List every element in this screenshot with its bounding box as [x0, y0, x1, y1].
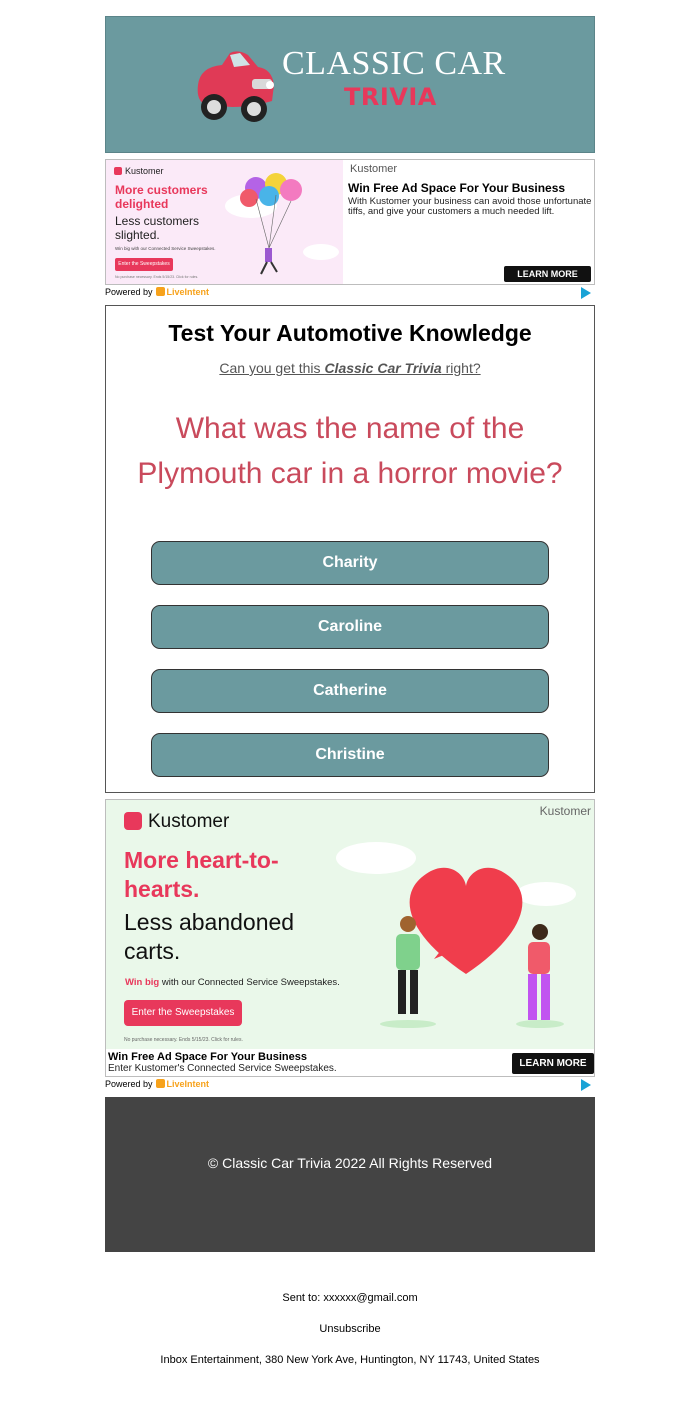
answer-button[interactable]: Caroline — [151, 605, 549, 649]
sender-address: Inbox Entertainment, 380 New York Ave, H… — [160, 1354, 540, 1366]
adchoices-icon[interactable] — [581, 1079, 591, 1091]
ad-fine-print: No purchase necessary. Ends 5/15/23. Cli… — [124, 1037, 243, 1043]
ad-title[interactable]: Win Free Ad Space For Your Business — [108, 1051, 307, 1063]
adchoices-icon[interactable] — [581, 287, 591, 299]
ad-body: With Kustomer your business can avoid th… — [348, 196, 592, 217]
kustomer-logo-icon — [124, 812, 142, 830]
ad-brand: Kustomer — [114, 166, 164, 176]
answer-button[interactable]: Christine — [151, 733, 549, 777]
ad-sponsor: Kustomer — [539, 804, 591, 818]
ad-sponsor: Kustomer — [350, 163, 398, 175]
sent-to-text: Sent to: xxxxxx@gmail.com — [282, 1292, 418, 1304]
answer-button[interactable]: Charity — [151, 541, 549, 585]
quiz-question: What was the name of the Plymouth car in… — [137, 412, 563, 490]
quiz-heading: Test Your Automotive Knowledge — [168, 320, 532, 346]
ad-enter-sweepstakes-button[interactable]: Enter the Sweepstakes — [115, 258, 173, 271]
balloons-illustration-icon — [225, 173, 339, 275]
answer-button[interactable]: Catherine — [151, 669, 549, 713]
ad-fine-print: No purchase necessary. Ends 5/15/23. Cli… — [115, 275, 199, 279]
ad-subline: Less abandoned carts. — [124, 909, 295, 964]
liveintent-logo-icon — [155, 287, 165, 296]
classic-car-icon — [197, 51, 274, 122]
powered-by-liveintent[interactable]: Powered by LiveIntent — [105, 287, 209, 297]
ad-headline: More customers delighted — [115, 183, 208, 211]
ad-win-text: Win big with our Connected Service Sweep… — [115, 246, 216, 251]
top-advertisement[interactable]: Kustomer More customers delighted Less c… — [105, 159, 595, 285]
heart-people-illustration-icon — [336, 842, 576, 1028]
ad-image[interactable]: Kustomer Kustomer More heart-to-hearts. … — [106, 800, 594, 1049]
ad-learn-more-button[interactable]: LEARN MORE — [512, 1053, 594, 1074]
ad-title[interactable]: Win Free Ad Space For Your Business — [348, 181, 565, 195]
unsubscribe-link[interactable]: Unsubscribe — [0, 1323, 683, 1335]
header-title: CLASSIC CAR — [282, 45, 506, 82]
header-banner[interactable]: CLASSIC CAR TRIVIA — [105, 16, 595, 153]
site-footer: © Classic Car Trivia 2022 All Rights Res… — [105, 1097, 595, 1252]
bottom-advertisement[interactable]: Kustomer Kustomer More heart-to-hearts. … — [105, 799, 595, 1077]
ad-learn-more-button[interactable]: LEARN MORE — [504, 266, 591, 282]
ad-brand: Kustomer — [124, 811, 229, 833]
copyright-text: © Classic Car Trivia 2022 All Rights Res… — [207, 1155, 493, 1171]
ad-image[interactable]: Kustomer More customers delighted Less c… — [106, 160, 343, 284]
liveintent-logo-icon — [155, 1079, 165, 1088]
ad-win-text: Win big with our Connected Service Sweep… — [125, 977, 340, 988]
ad-headline: More heart-to-hearts. — [124, 847, 279, 902]
header-subtitle: TRIVIA — [344, 83, 437, 111]
powered-by-liveintent[interactable]: Powered by LiveIntent — [105, 1079, 209, 1089]
ad-enter-sweepstakes-button[interactable]: Enter the Sweepstakes — [124, 1000, 242, 1026]
ad-subline: Less customers slighted. — [115, 214, 200, 242]
trivia-card: Test Your Automotive Knowledge Can you g… — [105, 305, 595, 793]
kustomer-logo-icon — [114, 167, 122, 175]
quiz-subheading-link[interactable]: Can you get this Classic Car Trivia righ… — [106, 360, 594, 376]
ad-body: Enter Kustomer's Connected Service Sweep… — [108, 1063, 337, 1074]
